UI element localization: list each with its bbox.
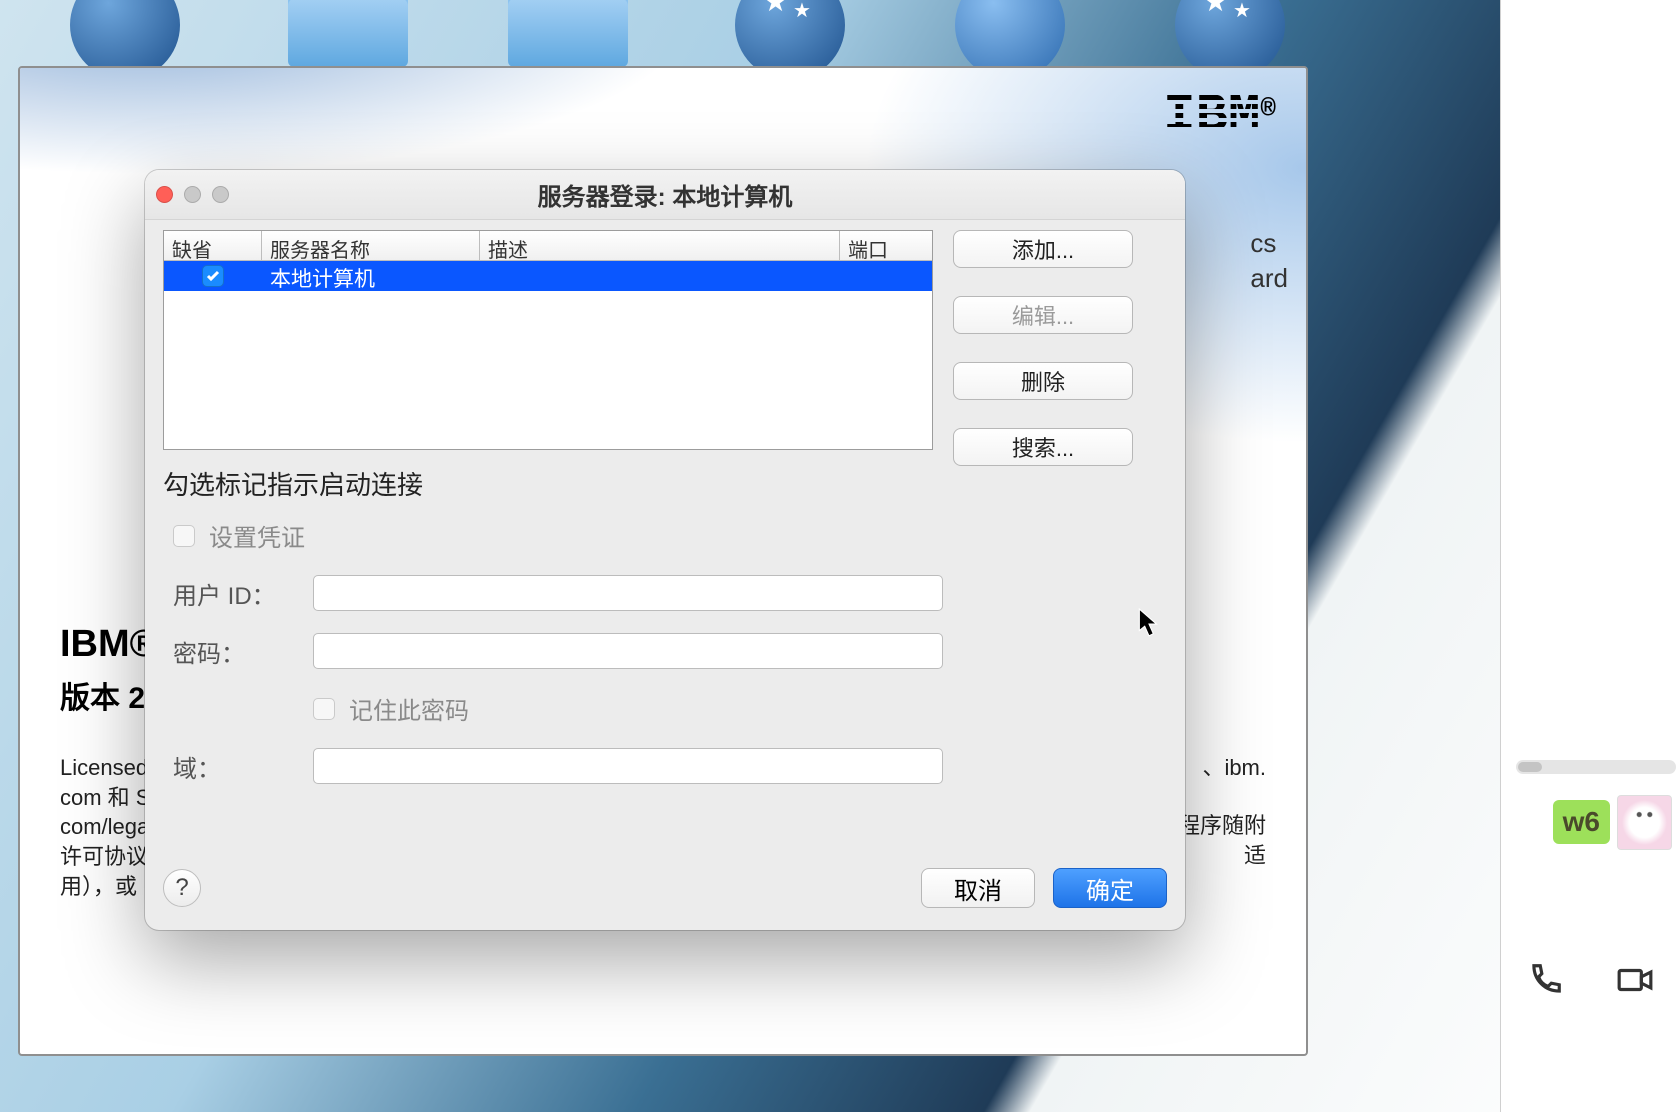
close-icon[interactable] — [156, 186, 173, 203]
server-table-header: 缺省 服务器名称 描述 端口 — [164, 231, 932, 261]
delete-button[interactable]: 删除 — [953, 362, 1133, 400]
password-label: 密码： — [173, 634, 313, 669]
remember-password-label: 记住此密码 — [349, 691, 469, 726]
ibm-logo: IBM® — [1163, 103, 1276, 130]
search-button[interactable]: 搜索... — [953, 428, 1133, 466]
server-desc-cell — [480, 261, 840, 291]
dock-folder-icon[interactable] — [508, 0, 628, 67]
domain-input[interactable] — [313, 748, 943, 784]
password-input[interactable] — [313, 633, 943, 669]
userid-input[interactable] — [313, 575, 943, 611]
server-name-cell: 本地计算机 — [262, 261, 480, 291]
help-button[interactable]: ? — [163, 869, 201, 907]
dialog-title: 服务器登录: 本地计算机 — [145, 177, 1185, 212]
remember-password-checkbox[interactable] — [313, 698, 335, 720]
col-header-name[interactable]: 服务器名称 — [262, 231, 480, 260]
set-credentials-label: 设置凭证 — [209, 518, 305, 553]
col-header-desc[interactable]: 描述 — [480, 231, 840, 260]
video-icon[interactable] — [1616, 961, 1654, 1004]
chat-message-badge[interactable]: w6 — [1553, 800, 1610, 844]
chat-avatar-bunny[interactable] — [1617, 795, 1672, 850]
phone-icon[interactable] — [1526, 961, 1564, 1004]
set-credentials-checkbox[interactable] — [173, 525, 195, 547]
chat-scrollbar[interactable] — [1516, 760, 1676, 774]
splash-right-text-fragment: cs ard — [1250, 226, 1288, 296]
server-port-cell — [840, 261, 932, 291]
zoom-icon — [212, 186, 229, 203]
col-header-default[interactable]: 缺省 — [164, 231, 262, 260]
hint-text: 勾选标记指示启动连接 — [163, 465, 423, 502]
dialog-titlebar[interactable]: 服务器登录: 本地计算机 — [145, 170, 1185, 220]
chat-sidebar: w6 — [1500, 0, 1680, 1112]
server-login-dialog: 服务器登录: 本地计算机 缺省 服务器名称 描述 端口 本地计算机 — [145, 170, 1185, 930]
minimize-icon — [184, 186, 201, 203]
userid-label: 用户 ID： — [173, 576, 313, 611]
ok-button[interactable]: 确定 — [1053, 868, 1167, 908]
server-table-row[interactable]: 本地计算机 — [164, 261, 932, 291]
domain-label: 域： — [173, 749, 313, 784]
edit-button[interactable]: 编辑... — [953, 296, 1133, 334]
add-button[interactable]: 添加... — [953, 230, 1133, 268]
dock-folder-icon[interactable] — [288, 0, 408, 67]
col-header-port[interactable]: 端口 — [840, 231, 932, 260]
default-checkbox-checked[interactable] — [202, 265, 224, 287]
server-table[interactable]: 缺省 服务器名称 描述 端口 本地计算机 — [163, 230, 933, 450]
cancel-button[interactable]: 取消 — [921, 868, 1035, 908]
